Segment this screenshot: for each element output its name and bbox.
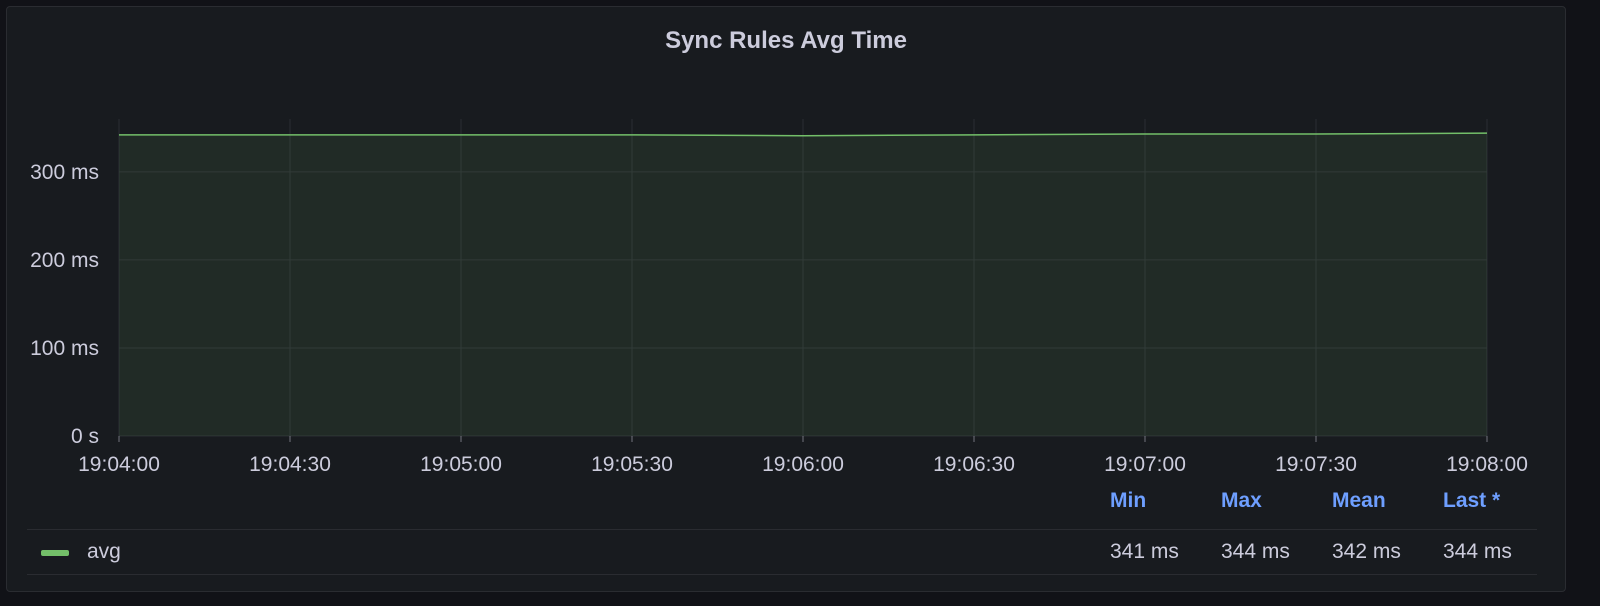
data-point <box>973 134 975 136</box>
data-point <box>1315 133 1317 135</box>
chart-area[interactable]: 0 s100 ms200 ms300 ms 19:04:00 19:04:30 19… <box>7 7 1567 477</box>
legend-header-max[interactable]: Max <box>1221 489 1262 513</box>
data-point <box>118 134 120 136</box>
legend-value-mean: 342 ms <box>1332 540 1401 563</box>
x-axis: 19:04:00 19:04:30 19:05:00 19:05:30 19:06:00… <box>78 436 1528 476</box>
legend-bottom-divider <box>27 574 1537 575</box>
x-tick-label: 19:08:00 <box>1446 453 1528 476</box>
data-point <box>460 134 462 136</box>
x-tick-label: 19:06:00 <box>762 453 844 476</box>
series-fill-avg <box>119 133 1487 436</box>
legend-header-min[interactable]: Min <box>1110 489 1146 513</box>
legend-header-last[interactable]: Last * <box>1443 489 1500 513</box>
data-point <box>802 135 804 137</box>
x-tick-label: 19:04:00 <box>78 453 160 476</box>
x-tick-label: 19:06:30 <box>933 453 1015 476</box>
x-tick-label: 19:07:30 <box>1275 453 1357 476</box>
series-color-swatch[interactable] <box>41 550 69 556</box>
y-tick-label: 300 ms <box>30 161 99 184</box>
x-tick-label: 19:05:30 <box>591 453 673 476</box>
data-point <box>631 134 633 136</box>
series-area <box>119 133 1487 436</box>
legend-value-max: 344 ms <box>1221 540 1290 563</box>
legend-value-min: 341 ms <box>1110 540 1179 563</box>
legend-row-avg[interactable]: avg 341 ms 344 ms 342 ms 344 ms <box>27 534 1537 572</box>
data-point <box>289 134 291 136</box>
y-tick-label: 0 s <box>71 425 99 448</box>
x-tick-label: 19:07:00 <box>1104 453 1186 476</box>
y-tick-label: 100 ms <box>30 337 99 360</box>
legend-header-mean[interactable]: Mean <box>1332 489 1386 513</box>
legend-divider <box>27 529 1537 530</box>
x-tick-label: 19:04:30 <box>249 453 331 476</box>
legend-value-last: 344 ms <box>1443 540 1512 563</box>
y-axis: 0 s 100 ms 200 ms 300 ms <box>30 161 99 448</box>
x-tick-label: 19:05:00 <box>420 453 502 476</box>
y-tick-label: 200 ms <box>30 249 99 272</box>
graph-panel: Sync Rules Avg Time 0 s 100 ms 200 ms 300 m… <box>6 6 1566 592</box>
data-point <box>1486 132 1488 134</box>
legend-series-name[interactable]: avg <box>87 540 121 564</box>
data-point <box>1144 133 1146 135</box>
